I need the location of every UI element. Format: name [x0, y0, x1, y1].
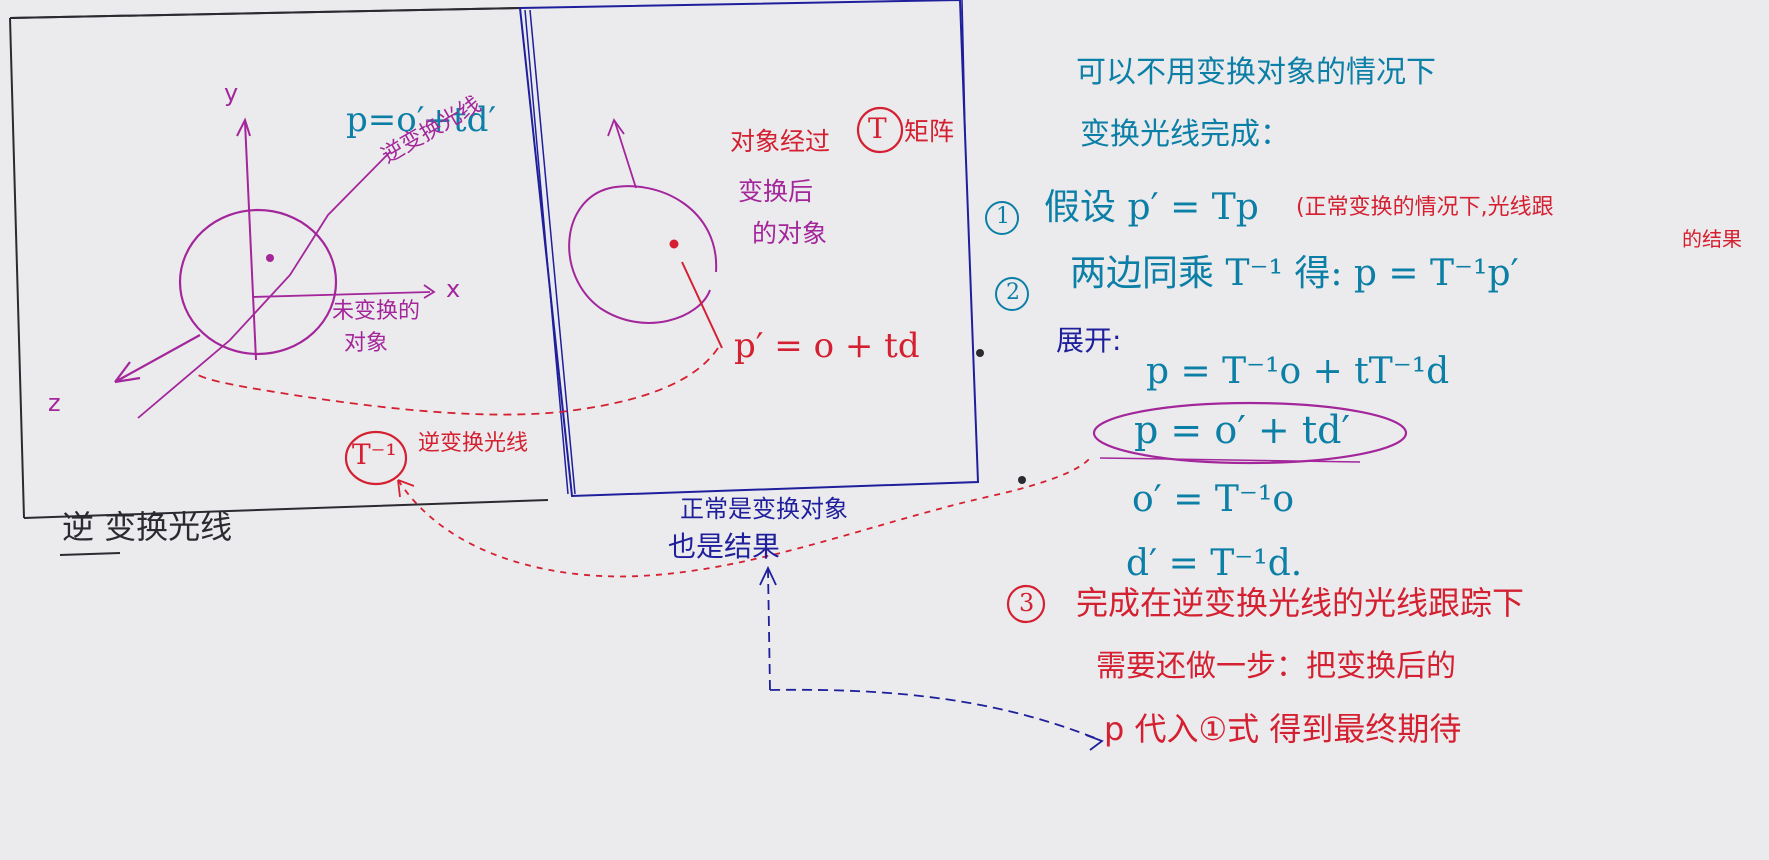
blue-arrow-right: [769, 688, 1101, 741]
untransformed-object: [178, 208, 338, 356]
step1-circle-digit: 1: [996, 204, 1010, 229]
middle-note-2: 变换后: [738, 177, 814, 206]
step3-line3: p 代入①式 得到最终期待: [1104, 710, 1462, 748]
middle-bottom-note-2: 也是结果: [668, 530, 781, 563]
middle-note-3: 的对象: [752, 219, 828, 248]
equation-4: d′ = T⁻¹d.: [1126, 543, 1303, 584]
left-frame-top: [9, 7, 521, 19]
step2-circle-digit: 2: [1006, 280, 1020, 305]
middle-bottom-note-1: 正常是变换对象: [680, 495, 848, 523]
y-axis: [244, 121, 257, 361]
ray-red: [681, 261, 723, 349]
x-axis: [251, 291, 431, 298]
step1-note-line2: 的结果: [1682, 227, 1742, 251]
intro-line2: 变换光线完成：: [1080, 117, 1290, 152]
left-caption: 逆 变换光线: [62, 508, 233, 546]
equation-1: p = T⁻¹o + tT⁻¹d: [1146, 351, 1450, 392]
step1-note-line1: (正常变换的情况下,光线跟: [1296, 195, 1554, 220]
middle-ray-equation: p′ = o + td: [734, 326, 920, 366]
inverse-ray: [137, 151, 391, 419]
y-axis-label: y: [224, 79, 239, 107]
step2-text: 两边同乘 T⁻¹ 得: p = T⁻¹p′: [1070, 253, 1519, 294]
transformed-up-axis: [614, 121, 637, 189]
object-label-line1: 未变换的: [332, 299, 421, 324]
inverse-matrix-symbol: T⁻¹: [352, 438, 397, 471]
transform-dashed-arc: [195, 347, 719, 416]
step1-text: 假设 p′ = Tp: [1044, 187, 1259, 228]
z-axis: [114, 334, 201, 383]
inverse-note: 逆变换光线: [418, 431, 529, 456]
equation-3: o′ = T⁻¹o: [1132, 479, 1295, 520]
middle-note-1b: 矩阵: [904, 117, 955, 146]
step3-circle-digit: 3: [1019, 589, 1035, 617]
blue-arrow-up: [767, 569, 771, 691]
whiteboard-sheet: y x z p=o′+td′ 逆变换光线 未变换的 对象 T⁻¹ 逆变换光线 逆…: [0, 0, 1769, 860]
z-axis-label: z: [48, 389, 61, 417]
equation-2: p = o′ + td′: [1134, 408, 1351, 452]
step3-line1: 完成在逆变换光线的光线跟踪下: [1076, 584, 1525, 622]
intro-line1: 可以不用变换对象的情况下: [1076, 55, 1436, 90]
middle-note-1a: 对象经过: [730, 127, 831, 156]
transformed-object: [568, 185, 718, 324]
step3-line2: 需要还做一步：把变换后的: [1096, 649, 1456, 684]
object-label-line2: 对象: [344, 331, 389, 356]
middle-frame: [518, 0, 980, 498]
expand-label: 展开:: [1056, 324, 1122, 357]
matrix-symbol: T: [868, 112, 887, 145]
x-axis-label: x: [446, 275, 461, 303]
middle-frame-double: [524, 9, 576, 495]
